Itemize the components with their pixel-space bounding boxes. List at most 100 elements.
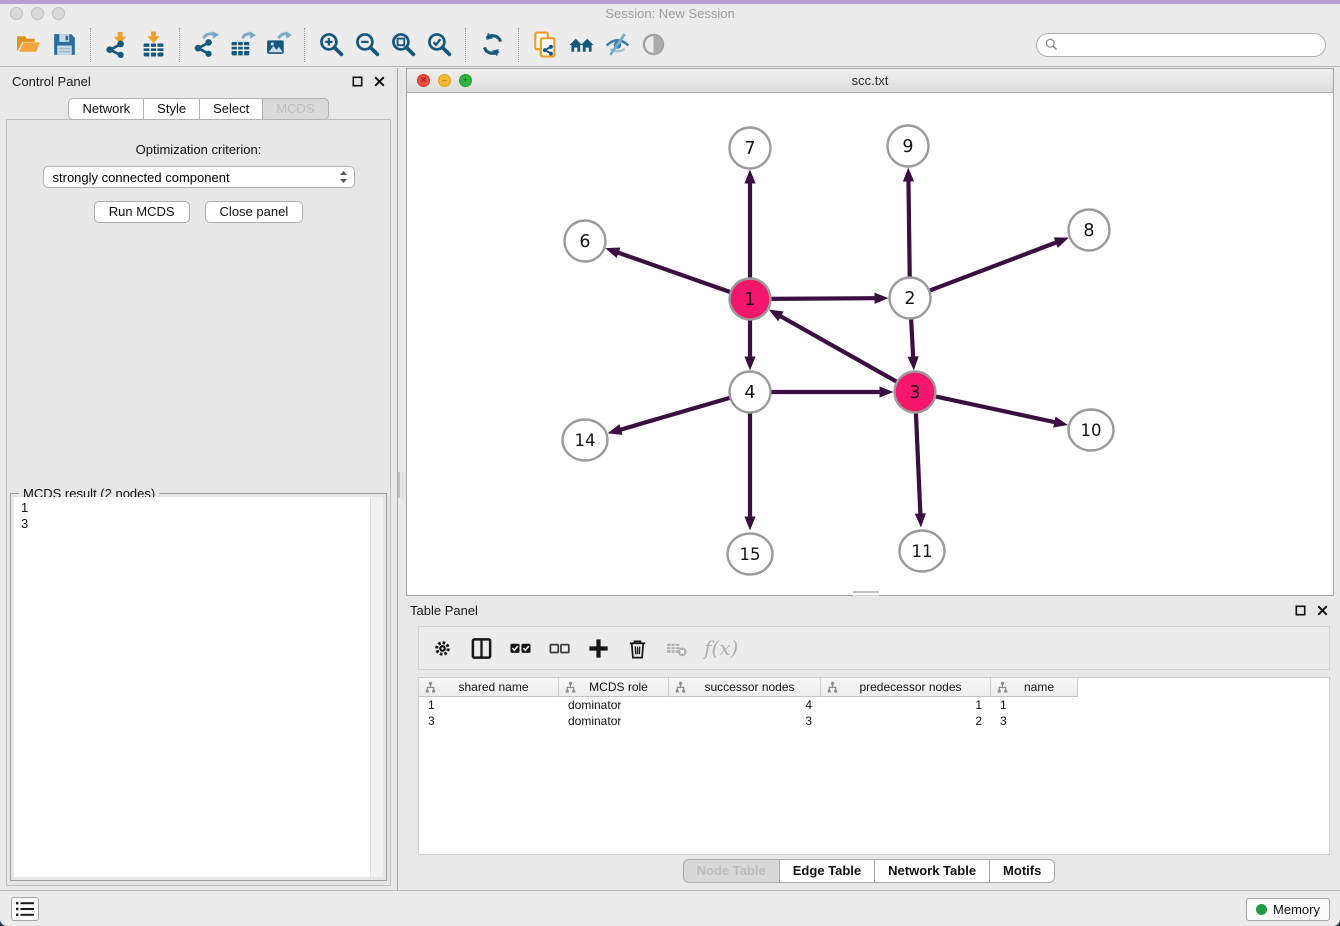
graph-edge-arrowhead: [1054, 237, 1069, 247]
main-toolbar: [0, 23, 1340, 67]
refresh-icon[interactable]: [474, 27, 510, 63]
column-header-mcds-role[interactable]: MCDS role: [559, 678, 669, 697]
close-panel-button[interactable]: Close panel: [205, 201, 304, 223]
float-panel-icon[interactable]: [352, 76, 363, 87]
graph-edge-4-14[interactable]: [619, 397, 732, 430]
node-table-header: shared nameMCDS rolesuccessor nodesprede…: [419, 678, 1329, 697]
tab-style[interactable]: Style: [144, 98, 200, 120]
table-panel-title: Table Panel: [410, 603, 478, 618]
horizontal-splitter-handle[interactable]: [853, 591, 879, 596]
export-table-icon[interactable]: [224, 27, 260, 63]
graph-node-label: 1: [744, 290, 755, 310]
zoom-in-icon[interactable]: [313, 27, 349, 63]
mcds-result-lines: 13: [14, 497, 383, 532]
tab-mcds[interactable]: MCDS: [263, 98, 328, 120]
network-area: ✕ – + scc.txt 7968124314101511 Table Pan…: [398, 68, 1340, 890]
memory-button[interactable]: Memory: [1246, 898, 1330, 921]
titlebar: Session: New Session: [0, 4, 1340, 23]
select-all-icon[interactable]: [505, 633, 535, 663]
graph-edge-arrowhead: [903, 167, 914, 181]
graph-svg: 7968124314101511: [407, 94, 1333, 596]
column-header-predecessor-nodes[interactable]: predecessor nodes: [821, 678, 991, 697]
task-history-button[interactable]: [11, 897, 39, 921]
save-session-icon[interactable]: [46, 27, 82, 63]
node-table-body: 1dominator4113dominator323: [419, 697, 1329, 729]
graph-node-label: 15: [740, 545, 761, 564]
export-network-icon[interactable]: [188, 27, 224, 63]
open-session-icon[interactable]: [10, 27, 46, 63]
tab-edge-table[interactable]: Edge Table: [780, 859, 875, 883]
tab-network[interactable]: Network: [68, 98, 144, 120]
delete-table-icon[interactable]: [661, 633, 691, 663]
search-icon: [1045, 38, 1058, 51]
delete-icon[interactable]: [622, 633, 652, 663]
dropdown-arrows-icon: [339, 170, 348, 184]
graph-edge-arrowhead: [915, 513, 926, 527]
column-header-successor-nodes[interactable]: successor nodes: [669, 678, 821, 697]
graph-node-label: 2: [904, 289, 915, 309]
graph-edge-1-6[interactable]: [617, 252, 733, 293]
window-title: Session: New Session: [0, 6, 1340, 21]
columns-icon[interactable]: [466, 633, 496, 663]
close-panel-icon[interactable]: [374, 76, 385, 87]
vertical-splitter-handle[interactable]: [398, 472, 403, 498]
table-cell: 3: [991, 713, 1078, 729]
graph-edge-arrowhead: [880, 386, 894, 397]
list-icon: [15, 900, 35, 918]
optimization-criterion-select[interactable]: strongly connected component: [43, 166, 355, 188]
add-icon[interactable]: [583, 633, 613, 663]
gear-icon[interactable]: [427, 633, 457, 663]
tab-select[interactable]: Select: [200, 98, 263, 120]
toolbar-separator: [304, 28, 305, 62]
toolbar-separator: [179, 28, 180, 62]
network-canvas[interactable]: 7968124314101511: [407, 94, 1333, 595]
control-panel-title: Control Panel: [12, 74, 91, 89]
first-neighbors-icon[interactable]: [563, 27, 599, 63]
graph-edge-arrowhead: [744, 357, 755, 371]
search-field[interactable]: [1036, 33, 1326, 57]
toolbar-separator: [90, 28, 91, 62]
graph-node-label: 10: [1081, 421, 1102, 440]
zoom-fit-icon[interactable]: [385, 27, 421, 63]
table-row[interactable]: 1dominator411: [419, 697, 1329, 713]
graph-edge-arrowhead: [605, 247, 620, 258]
graph-edge-3-10[interactable]: [933, 396, 1056, 423]
network-window-title: scc.txt: [407, 73, 1333, 88]
graph-edge-3-1[interactable]: [779, 315, 899, 382]
zoom-selected-icon[interactable]: [421, 27, 457, 63]
control-panel-tabs: NetworkStyleSelectMCDS: [0, 98, 397, 120]
graph-edge-3-11[interactable]: [916, 410, 921, 515]
import-table-icon[interactable]: [135, 27, 171, 63]
result-scrollbar[interactable]: [370, 497, 383, 877]
export-image-icon[interactable]: [260, 27, 296, 63]
graph-edge-2-9[interactable]: [908, 179, 909, 279]
graph-edge-arrowhead: [769, 310, 784, 322]
table-cell: 3: [419, 713, 559, 729]
search-input[interactable]: [1063, 37, 1317, 52]
clone-network-icon[interactable]: [527, 27, 563, 63]
dropdown-value: strongly connected component: [53, 170, 230, 185]
run-mcds-button[interactable]: Run MCDS: [94, 201, 190, 223]
close-panel-icon[interactable]: [1317, 605, 1328, 616]
graph-edge-2-3[interactable]: [911, 316, 913, 358]
birds-eye-icon[interactable]: [635, 27, 671, 63]
tab-motifs[interactable]: Motifs: [990, 859, 1055, 883]
zoom-out-icon[interactable]: [349, 27, 385, 63]
graph-edge-1-2[interactable]: [768, 298, 876, 299]
deselect-all-icon[interactable]: [544, 633, 574, 663]
memory-label: Memory: [1273, 902, 1320, 917]
import-network-icon[interactable]: [99, 27, 135, 63]
toolbar-separator: [465, 28, 466, 62]
network-window-titlebar[interactable]: ✕ – + scc.txt: [407, 69, 1333, 93]
function-builder-icon[interactable]: f(x): [700, 636, 738, 660]
float-panel-icon[interactable]: [1295, 605, 1306, 616]
column-header-shared-name[interactable]: shared name: [419, 678, 559, 697]
column-header-name[interactable]: name: [991, 678, 1078, 697]
table-row[interactable]: 3dominator323: [419, 713, 1329, 729]
graph-edge-arrowhead: [874, 293, 888, 304]
tab-network-table[interactable]: Network Table: [875, 859, 990, 883]
graph-edge-2-8[interactable]: [927, 242, 1057, 292]
mcds-result-area[interactable]: 13: [14, 497, 383, 877]
tab-node-table[interactable]: Node Table: [683, 859, 780, 883]
hide-selected-icon[interactable]: [599, 27, 635, 63]
